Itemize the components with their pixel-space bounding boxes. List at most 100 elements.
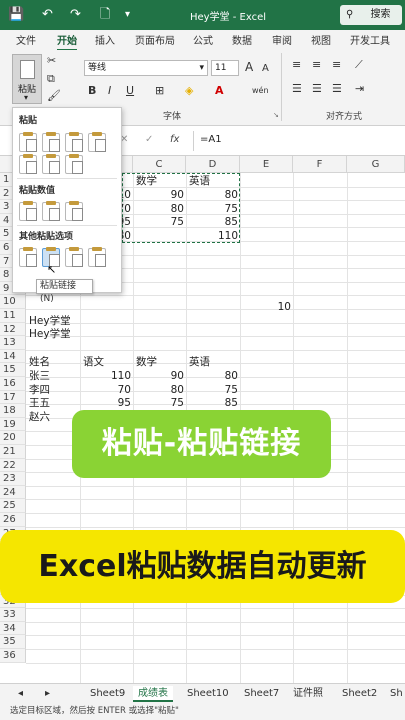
font-size-select[interactable]: 11 [211, 60, 239, 76]
values-source-format-icon[interactable] [65, 201, 83, 221]
column-header-e[interactable]: E [240, 156, 293, 173]
cell-a12[interactable]: Hey学堂 [29, 328, 109, 342]
save-icon[interactable]: 💾 [8, 7, 24, 23]
paste-formulas-format-icon[interactable] [65, 132, 83, 152]
table-header-math[interactable]: 数学 [136, 356, 186, 370]
tab-home[interactable]: 开始 [57, 32, 77, 51]
table-row[interactable]: 李四 [29, 384, 79, 398]
table-header-english[interactable]: 英语 [189, 356, 239, 370]
row-header[interactable]: 33 [0, 608, 26, 622]
paste-option-icon[interactable] [19, 132, 37, 152]
row-header[interactable]: 20 [0, 431, 26, 445]
row-header[interactable]: 11 [0, 309, 26, 323]
align-center-icon[interactable]: ☰ [312, 82, 322, 96]
tab-review[interactable]: 审阅 [272, 32, 292, 47]
table-cell[interactable]: 75 [133, 397, 184, 411]
new-file-icon[interactable]: 🗋 [100, 7, 110, 23]
sheet-tab-truncated[interactable]: Sh [390, 686, 403, 702]
row-header[interactable]: 22 [0, 458, 26, 473]
phonetic-icon[interactable]: wén [252, 84, 269, 98]
fill-color-icon[interactable]: ◈ [185, 84, 193, 98]
underline-button[interactable]: U [126, 84, 134, 98]
customize-toolbar-icon[interactable]: ▾ [125, 7, 130, 23]
align-bottom-icon[interactable]: ≡ [332, 58, 341, 72]
table-cell[interactable]: 80 [186, 370, 238, 384]
table-row[interactable]: 王五 [29, 397, 79, 411]
table-cell[interactable]: 95 [80, 397, 131, 411]
column-header-d[interactable]: D [186, 156, 240, 173]
orientation-icon[interactable]: ⟋ [355, 58, 363, 72]
tab-developer[interactable]: 开发工具 [350, 32, 390, 47]
sheet-tab-sheet2[interactable]: Sheet2 [342, 686, 377, 702]
sheet-tab-scores[interactable]: 成绩表 [133, 686, 173, 702]
cut-icon[interactable]: ✂ [47, 54, 56, 68]
next-sheet-icon[interactable]: ▸ [45, 686, 50, 702]
table-header-name[interactable]: 姓名 [29, 356, 79, 370]
tab-formulas[interactable]: 公式 [193, 32, 213, 47]
keep-column-width-icon[interactable] [42, 154, 60, 174]
align-left-icon[interactable]: ☰ [292, 82, 302, 96]
no-borders-icon[interactable] [19, 154, 37, 174]
row-header[interactable]: 19 [0, 417, 26, 432]
table-cell[interactable]: 85 [186, 397, 238, 411]
column-header-c[interactable]: C [133, 156, 186, 173]
cell-a11[interactable]: Hey学堂 [29, 315, 109, 329]
tab-view[interactable]: 视图 [311, 32, 331, 47]
table-cell[interactable]: 110 [80, 370, 131, 384]
tab-file[interactable]: 文件 [16, 32, 36, 47]
paste-picture-icon[interactable] [65, 247, 83, 267]
prev-sheet-icon[interactable]: ◂ [18, 686, 23, 702]
row-header[interactable]: 16 [0, 377, 26, 391]
italic-button[interactable]: I [108, 84, 111, 98]
column-header-f[interactable]: F [293, 156, 347, 173]
table-cell[interactable]: 80 [133, 384, 184, 398]
sheet-tab-id-photo[interactable]: 证件照 [293, 686, 323, 702]
row-header[interactable]: 15 [0, 363, 26, 377]
sheet-tab-sheet10[interactable]: Sheet10 [187, 686, 229, 702]
table-cell[interactable]: 90 [133, 370, 184, 384]
grow-font-button[interactable]: A [245, 60, 253, 74]
row-header[interactable]: 36 [0, 649, 26, 663]
row-header[interactable]: 21 [0, 445, 26, 459]
row-header[interactable]: 12 [0, 322, 26, 337]
formula-input[interactable]: =A1 [200, 134, 222, 145]
column-header-g[interactable]: G [347, 156, 405, 173]
table-cell[interactable]: 70 [80, 384, 131, 398]
paste-button[interactable]: 粘贴 ▾ [12, 54, 42, 104]
tab-insert[interactable]: 插入 [95, 32, 115, 47]
sheet-tab-sheet9[interactable]: Sheet9 [90, 686, 125, 702]
row-header[interactable]: 10 [0, 295, 26, 309]
row-header[interactable]: 23 [0, 472, 26, 486]
copy-icon[interactable]: ⧉ [47, 72, 55, 86]
row-header[interactable]: 13 [0, 336, 26, 350]
font-dialog-launcher-icon[interactable]: ↘ [273, 111, 279, 119]
align-top-icon[interactable]: ≡ [292, 58, 301, 72]
row-header[interactable]: 17 [0, 390, 26, 405]
cell-e10[interactable]: 10 [240, 301, 291, 315]
align-middle-icon[interactable]: ≡ [312, 58, 321, 72]
linked-picture-icon[interactable] [88, 247, 106, 267]
align-right-icon[interactable]: ☰ [332, 82, 342, 96]
table-row[interactable]: 张三 [29, 370, 79, 384]
paste-formulas-icon[interactable] [42, 132, 60, 152]
row-header[interactable]: 35 [0, 635, 26, 649]
search-box[interactable]: ⚲ 搜索 [340, 5, 402, 25]
transpose-icon[interactable] [65, 154, 83, 174]
row-header[interactable]: 26 [0, 513, 26, 527]
sheet-tab-sheet7[interactable]: Sheet7 [244, 686, 279, 702]
row-header[interactable]: 24 [0, 485, 26, 500]
font-name-select[interactable]: 等线 ▾ [84, 60, 208, 76]
undo-icon[interactable]: ↶ [42, 7, 53, 23]
row-header[interactable]: 18 [0, 404, 26, 418]
values-number-format-icon[interactable] [42, 201, 60, 221]
font-color-icon[interactable]: A [215, 84, 224, 98]
paste-values-icon[interactable] [19, 201, 37, 221]
paste-formatting-icon[interactable] [19, 247, 37, 267]
row-header[interactable]: 14 [0, 349, 26, 364]
bold-button[interactable]: B [88, 84, 96, 98]
confirm-icon[interactable]: ✓ [145, 134, 153, 145]
table-cell[interactable]: 75 [186, 384, 238, 398]
format-painter-icon[interactable]: 🖌 [47, 89, 61, 103]
table-header-chinese[interactable]: 语文 [83, 356, 133, 370]
shrink-font-button[interactable]: A [262, 62, 269, 76]
